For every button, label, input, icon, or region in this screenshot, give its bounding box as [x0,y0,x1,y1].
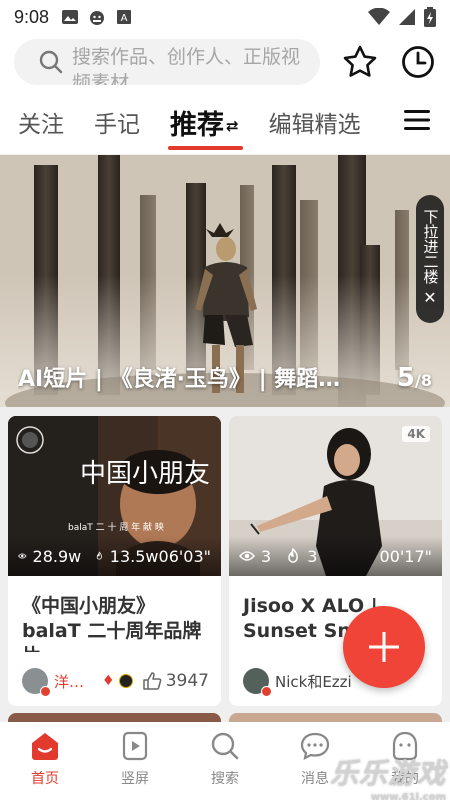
pager-current: 5 [396,363,416,393]
text-box-icon: A [117,10,132,24]
signal-icon [399,9,415,25]
nav-search[interactable]: 搜索 [190,730,260,800]
view-count: 3 [261,546,272,566]
search-icon [211,732,239,760]
nav-home-label: 首页 [31,771,59,787]
banner-caption: AI短片 | 《良渚·玉鸟》 | 舞蹈短片 [18,367,358,392]
video-stats: 3 3 00'17" [229,536,442,576]
wifi-icon [368,8,390,25]
pager-total: /8 [415,371,432,390]
search-box[interactable]: 搜索作品、创作人、正版视频素材 [14,39,320,85]
status-bar: 9:08 A [0,0,450,34]
avatar[interactable] [243,668,272,697]
flame-icon [288,548,299,563]
star-icon[interactable] [342,44,378,80]
tab-recommend[interactable]: 推荐 ⇄ [168,103,243,150]
like-button[interactable]: 3947 [142,671,209,691]
nav-messages-label: 消息 [301,771,329,787]
battery-icon [424,7,436,27]
watermark-text: 乐乐游戏 [329,757,446,790]
nav-search-label: 搜索 [211,771,239,787]
view-count: 28.9w [32,546,82,566]
medal-icon [118,674,133,688]
watermark-logo: 乐乐游戏 www.61l.com [330,752,446,800]
video-duration: 00'17" [379,546,432,566]
thumbnail-subtitle-text: balaT 二 十 周 年 献 映 [68,523,164,533]
thumbnail-title-text: 中国小朋友 [80,459,211,489]
image-icon [62,10,79,24]
create-button[interactable] [343,606,425,688]
4k-badge: 4K [402,426,430,442]
android-face-icon [90,11,105,25]
video-thumbnail: 4K 3 3 00'17" [229,416,442,576]
play-icon [122,731,148,761]
hero-banner[interactable]: AI短片 | 《良渚·玉鸟》 | 舞蹈短片 5/8 下拉进二楼 ✕ [0,155,450,407]
tab-notes[interactable]: 手记 [94,105,140,139]
home-icon [32,733,58,760]
clock-icon[interactable] [400,44,436,80]
plus-icon [369,632,399,662]
tab-following[interactable]: 关注 [18,105,64,139]
flame-icon [96,551,103,560]
search-icon [39,50,63,74]
video-stats: 28.9w 13.5w 06'03" [8,536,221,576]
video-thumbnail: 中国小朋友 balaT 二 十 周 年 献 映 28.9w 13.5w 06'0… [8,416,221,576]
eye-icon [18,553,27,559]
menu-icon[interactable] [404,110,430,130]
author-row: 洋… ♦ 3947 [22,668,209,697]
avatar[interactable] [22,668,51,697]
swap-arrows-icon: ⇄ [226,117,239,135]
like-count: 3947 [165,671,209,691]
hot-count: 3 [307,546,318,566]
nav-home[interactable]: 首页 [10,730,80,800]
video-card[interactable]: 中国小朋友 balaT 二 十 周 年 献 映 28.9w 13.5w 06'0… [8,416,221,706]
nav-vertical[interactable]: 竖屏 [100,730,170,800]
eye-icon [239,551,255,561]
category-tabs: 关注 手记 推荐 ⇄ 编辑精选 [0,90,450,154]
tab-recommend-label: 推荐 [170,109,224,141]
nav-vertical-label: 竖屏 [121,771,149,787]
verified-icon [261,686,272,697]
author-name[interactable]: 洋… [54,671,84,692]
message-icon [300,732,330,760]
pulldown-text: 下拉进二楼 [421,209,440,284]
second-floor-pulldown[interactable]: 下拉进二楼 ✕ [416,195,444,323]
close-icon[interactable]: ✕ [423,288,436,307]
video-title: 《中国小朋友》balaT 二十周年品牌片 [22,595,202,652]
thumbs-up-icon [142,672,162,690]
search-placeholder: 搜索作品、创作人、正版视频素材 [72,47,301,85]
svg-text:A: A [121,13,128,24]
author-name[interactable]: Nick和Ezzi [275,671,352,692]
status-time: 9:08 [14,6,50,27]
watermark-url: www.61l.com [370,792,446,800]
video-duration: 06'03" [158,546,211,566]
tab-editors-picks[interactable]: 编辑精选 [269,105,361,139]
verified-icon [40,686,51,697]
diamond-icon: ♦ [102,673,115,689]
banner-pager: 5/8 [397,363,432,393]
hot-count: 13.5w [109,546,159,566]
top-bar: 搜索作品、创作人、正版视频素材 [0,34,450,90]
